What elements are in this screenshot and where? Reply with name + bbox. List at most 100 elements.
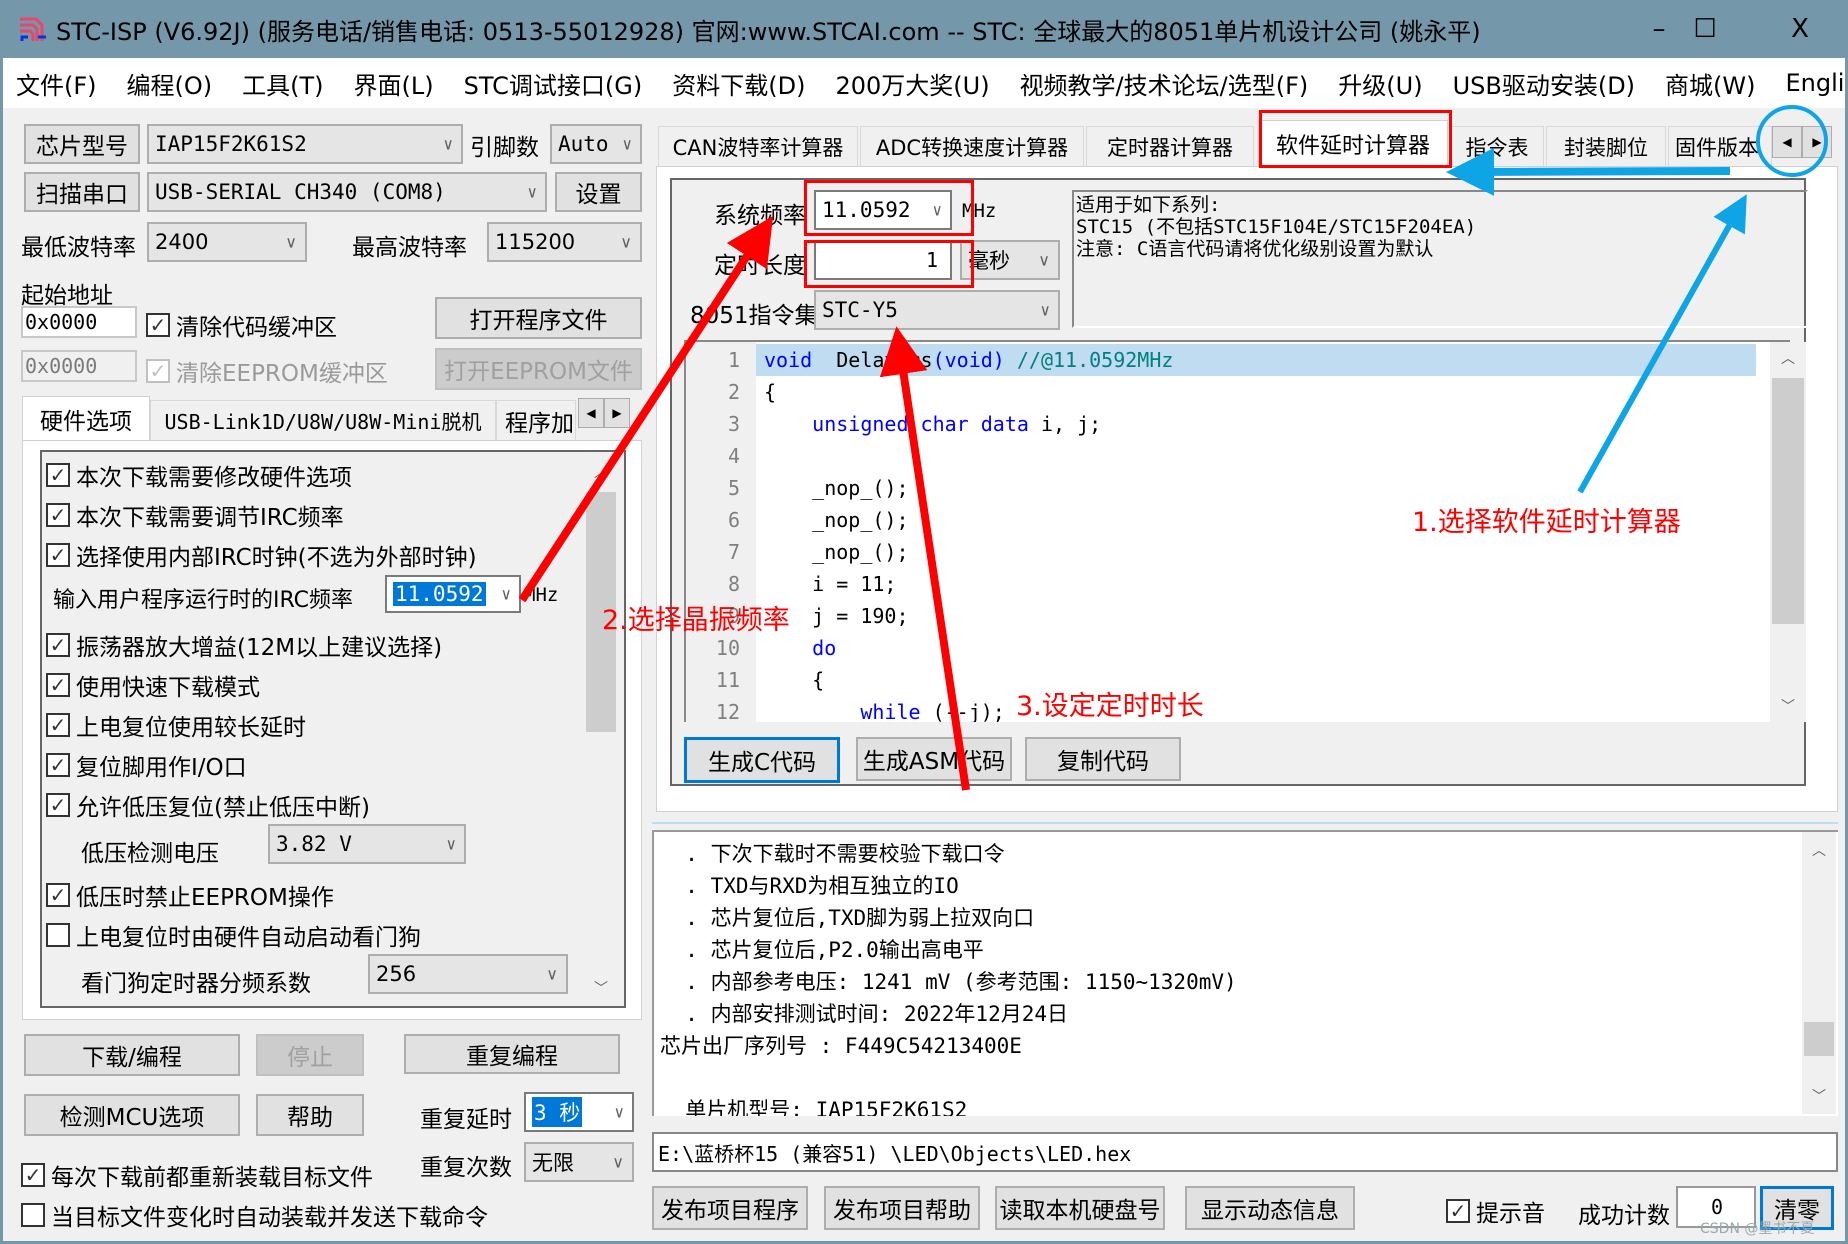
lvd-voltage-select[interactable]: 3.82 V ∨ xyxy=(268,824,466,864)
max-baud-select[interactable]: 115200 ∨ xyxy=(487,222,642,262)
tab-scroll-left-button[interactable]: ◀ xyxy=(1772,126,1802,158)
repeat-program-button[interactable]: 重复编程 xyxy=(404,1034,620,1074)
instruction-set-label: 8051指令集 xyxy=(690,303,818,329)
watchdog-prescaler-select[interactable]: 256 ∨ xyxy=(368,954,568,994)
scroll-up-icon[interactable]: ︿ xyxy=(1802,840,1836,860)
menu-shop[interactable]: 商城(W) xyxy=(1665,66,1755,101)
tab-scroll-right-button[interactable]: ▶ xyxy=(604,398,630,428)
tab-adc-speed-calculator[interactable]: ADC转换速度计算器 xyxy=(860,126,1084,166)
line-number: 4 xyxy=(686,440,756,472)
window-border-left xyxy=(0,58,3,1244)
menu-program[interactable]: 编程(O) xyxy=(127,66,213,101)
tab-can-baud-calculator[interactable]: CAN波特率计算器 xyxy=(658,126,858,166)
delay-unit-select[interactable]: 毫秒 ∨ xyxy=(960,240,1060,280)
tab-package-pins[interactable]: 封装脚位 xyxy=(1546,126,1666,166)
scroll-down-icon[interactable]: ﹀ xyxy=(1770,696,1806,716)
tab-usb-link-offline[interactable]: USB-Link1D/U8W/U8W-Mini脱机 xyxy=(150,400,496,440)
read-disk-number-button[interactable]: 读取本机硬盘号 xyxy=(995,1186,1165,1230)
tab-program-encrypt[interactable]: 程序加 xyxy=(496,400,576,440)
stop-button[interactable]: 停止 xyxy=(256,1034,364,1076)
auto-download-checkbox[interactable]: 当目标文件变化时自动装载并发送下载命令 xyxy=(21,1198,488,1232)
checkbox-unchecked xyxy=(21,1203,45,1227)
pins-select[interactable]: Auto ∨ xyxy=(550,124,642,164)
option-modify-hardware-checkbox[interactable]: ✓ 本次下载需要修改硬件选项 xyxy=(46,458,352,492)
menu-english[interactable]: English xyxy=(1786,69,1848,97)
log-scrollbar[interactable]: ︿ ﹀ xyxy=(1802,832,1836,1114)
option-label: 允许低压复位(禁止低压中断) xyxy=(76,795,370,821)
menu-upgrade[interactable]: 升级(U) xyxy=(1338,66,1422,101)
scroll-up-icon[interactable]: ︿ xyxy=(1770,348,1806,368)
tab-hardware-options[interactable]: 硬件选项 xyxy=(22,396,150,440)
option-disable-eeprom-low-voltage-checkbox[interactable]: ✓ 低压时禁止EEPROM操作 xyxy=(46,878,334,912)
option-fast-download-checkbox[interactable]: ✓ 使用快速下载模式 xyxy=(46,668,260,702)
maximize-button[interactable]: ☐ xyxy=(1670,0,1740,58)
clear-code-buffer-checkbox[interactable]: ✓ 清除代码缓冲区 xyxy=(146,308,337,342)
publish-project-help-button[interactable]: 发布项目帮助 xyxy=(824,1186,980,1230)
instruction-set-select[interactable]: STC-Y5 ∨ xyxy=(814,290,1060,330)
option-long-reset-delay-checkbox[interactable]: ✓ 上电复位使用较长延时 xyxy=(46,708,306,742)
annotation-step2: 2.选择晶振频率 xyxy=(602,605,790,636)
generate-asm-code-button[interactable]: 生成ASM代码 xyxy=(856,737,1012,781)
delay-unit-value: 毫秒 xyxy=(968,249,1010,273)
scroll-up-icon[interactable]: ︿ xyxy=(584,462,618,482)
clear-eeprom-buffer-checkbox[interactable]: ✓ 清除EEPROM缓冲区 xyxy=(146,354,388,388)
option-oscillator-gain-checkbox[interactable]: ✓ 振荡器放大增益(12M以上建议选择) xyxy=(46,628,442,662)
menu-downloads[interactable]: 资料下载(D) xyxy=(672,66,805,101)
detect-mcu-options-button[interactable]: 检测MCU选项 xyxy=(24,1094,240,1136)
tab-scroll-right-button[interactable]: ▶ xyxy=(1802,126,1832,158)
log-output[interactable]: . 下次下载时不需要校验下载口令 . TXD与RXD为相互独立的IO . 芯片复… xyxy=(652,830,1838,1116)
irc-frequency-select[interactable]: 11.0592 ∨ xyxy=(385,575,521,613)
port-select[interactable]: USB-SERIAL CH340 (COM8) ∨ xyxy=(147,172,547,212)
close-button[interactable]: X xyxy=(1765,0,1835,58)
reload-target-file-checkbox[interactable]: ✓ 每次下载前都重新装载目标文件 xyxy=(21,1158,373,1192)
option-internal-irc-checkbox[interactable]: ✓ 选择使用内部IRC时钟(不选为外部时钟) xyxy=(46,538,477,572)
scroll-down-icon[interactable]: ﹀ xyxy=(1802,1086,1836,1106)
menu-prize[interactable]: 200万大奖(U) xyxy=(835,66,989,101)
line-number: 12 xyxy=(686,696,756,722)
irc-frequency-value: 11.0592 xyxy=(393,582,486,606)
beep-label: 提示音 xyxy=(1476,1201,1545,1227)
code-editor-scrollbar[interactable]: ︿ ﹀ xyxy=(1770,342,1806,722)
repeat-count-select[interactable]: 无限 ∨ xyxy=(524,1142,634,1182)
repeat-delay-select[interactable]: 3 秒 ∨ xyxy=(524,1092,634,1132)
publish-project-program-button[interactable]: 发布项目程序 xyxy=(652,1186,808,1230)
download-program-button[interactable]: 下载/编程 xyxy=(24,1034,240,1076)
panel-splitter[interactable] xyxy=(652,822,1838,824)
menu-tools[interactable]: 工具(T) xyxy=(242,66,323,101)
menu-debug-interface[interactable]: STC调试接口(G) xyxy=(464,66,643,101)
menu-video-forum[interactable]: 视频教学/技术论坛/选型(F) xyxy=(1020,66,1309,101)
eeprom-address-input[interactable]: 0x0000 xyxy=(21,350,137,382)
menu-interface[interactable]: 界面(L) xyxy=(354,66,434,101)
port-settings-button[interactable]: 设置 xyxy=(555,172,642,212)
option-adjust-irc-checkbox[interactable]: ✓ 本次下载需要调节IRC频率 xyxy=(46,498,344,532)
file-path-field[interactable]: E:\蓝桥杯15 (兼容51) \LED\Objects\LED.hex xyxy=(652,1132,1838,1172)
scan-port-button[interactable]: 扫描串口 xyxy=(24,172,140,212)
help-button[interactable]: 帮助 xyxy=(256,1094,364,1136)
hardware-options-scrollbar[interactable]: ︿ ﹀ xyxy=(584,456,618,1004)
option-low-voltage-reset-checkbox[interactable]: ✓ 允许低压复位(禁止低压中断) xyxy=(46,788,370,822)
tab-firmware-version[interactable]: 固件版本 xyxy=(1668,126,1772,166)
generate-c-code-button[interactable]: 生成C代码 xyxy=(684,737,840,783)
tab-timer-calculator[interactable]: 定时器计算器 xyxy=(1086,126,1254,166)
checkbox-check-icon: ✓ xyxy=(21,1163,45,1187)
min-baud-select[interactable]: 2400 ∨ xyxy=(147,222,307,262)
option-auto-watchdog-checkbox[interactable]: 上电复位时由硬件自动启动看门狗 xyxy=(46,918,421,952)
menu-usb-driver[interactable]: USB驱动安装(D) xyxy=(1453,66,1635,101)
chip-model-select[interactable]: IAP15F2K61S2 ∨ xyxy=(147,124,463,164)
copy-code-button[interactable]: 复制代码 xyxy=(1025,737,1181,781)
open-program-file-button[interactable]: 打开程序文件 xyxy=(435,297,642,339)
show-dynamic-info-button[interactable]: 显示动态信息 xyxy=(1185,1186,1355,1230)
scrollbar-thumb[interactable] xyxy=(1772,378,1804,624)
option-label: 低压时禁止EEPROM操作 xyxy=(76,885,334,911)
chip-model-button[interactable]: 芯片型号 xyxy=(24,124,140,164)
open-eeprom-file-button[interactable]: 打开EEPROM文件 xyxy=(435,348,642,390)
auto-download-label: 当目标文件变化时自动装载并发送下载命令 xyxy=(51,1205,488,1231)
menu-file[interactable]: 文件(F) xyxy=(16,66,97,101)
scrollbar-thumb[interactable] xyxy=(1804,1022,1834,1056)
tab-scroll-left-button[interactable]: ◀ xyxy=(578,398,604,428)
scroll-down-icon[interactable]: ﹀ xyxy=(584,978,618,998)
code-address-input[interactable]: 0x0000 xyxy=(21,306,137,338)
option-reset-pin-io-checkbox[interactable]: ✓ 复位脚用作I/O口 xyxy=(46,748,247,782)
beep-checkbox[interactable]: ✓ 提示音 xyxy=(1446,1194,1545,1228)
tab-instruction-table[interactable]: 指令表 xyxy=(1450,126,1544,166)
